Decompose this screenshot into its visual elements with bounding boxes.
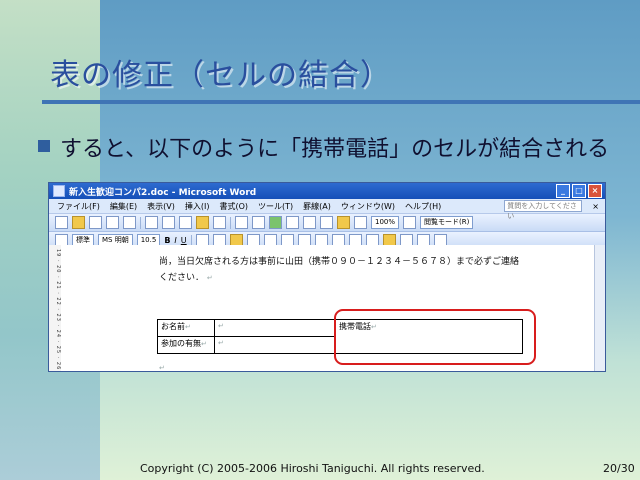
cell-mark-icon: ↵ [201,340,207,348]
menu-window[interactable]: ウィンドウ(W) [341,201,395,212]
insert-table-icon[interactable] [303,216,316,229]
cell-mark-icon: ↵ [371,323,377,331]
zoom-select[interactable]: 100% [371,216,400,229]
window-title: 新入生歓迎コンパ2.doc - Microsoft Word [69,187,257,198]
maximize-button[interactable]: □ [572,184,586,198]
paragraph-mark-icon: ↵ [159,364,165,372]
spelling-icon[interactable] [145,216,158,229]
contact-table: お名前↵ ↵ 携帯電話↵ 参加の有無↵ ↵ [157,319,523,354]
vertical-scrollbar[interactable] [594,245,605,371]
standard-toolbar: 100% 閲覧モード(R) [49,214,605,232]
print-preview-icon[interactable] [123,216,136,229]
name-label-cell[interactable]: お名前↵ [157,319,215,337]
document-line-1-text: 尚，当日欠席される方は事前に山田（携帯０９０－１２３４－５６７８）まで必ずご連絡 [159,257,520,267]
document-page[interactable]: 尚，当日欠席される方は事前に山田（携帯０９０－１２３４－５６７８）まで必ずご連絡… [61,245,595,371]
word-window: 新入生歓迎コンパ2.doc - Microsoft Word _ □ × ファイ… [48,182,606,372]
bullet-text: すると、以下のように「携帯電話」のセルが結合される [60,137,610,162]
slide-title: 表の修正（セルの結合） [50,58,391,93]
document-empty-line: ↵ [159,363,165,372]
hyperlink-icon[interactable] [269,216,282,229]
underline-button[interactable]: U [181,236,187,245]
italic-button[interactable]: I [174,236,176,245]
toolbar-separator [230,216,231,229]
save-icon[interactable] [89,216,102,229]
title-underline [42,100,640,104]
attendance-label: 参加の有無 [161,339,201,348]
menu-bar: ファイル(F) 編集(E) 表示(V) 挿入(I) 書式(O) ツール(T) 罫… [49,199,605,220]
name-value-cell[interactable]: ↵ [214,319,336,337]
menu-edit[interactable]: 編集(E) [110,201,137,212]
paragraph-mark-icon: ↵ [206,274,213,282]
copy-icon[interactable] [179,216,192,229]
cut-icon[interactable] [162,216,175,229]
copyright-text: Copyright (C) 2005-2006 Hiroshi Taniguch… [140,462,485,475]
redo-icon[interactable] [252,216,265,229]
open-folder-icon[interactable] [72,216,85,229]
tables-borders-icon[interactable] [286,216,299,229]
attendance-label-cell[interactable]: 参加の有無↵ [157,336,215,354]
document-line-2: ください． ↵ [159,270,213,283]
menu-help[interactable]: ヘルプ(H) [405,201,441,212]
new-document-icon[interactable] [55,216,68,229]
menu-table[interactable]: 罫線(A) [303,201,331,212]
menu-tools[interactable]: ツール(T) [258,201,293,212]
name-label: お名前 [161,322,185,331]
close-button[interactable]: × [588,184,602,198]
reading-mode-button[interactable]: 閲覧モード(R) [420,216,474,229]
cell-mark-icon: ↵ [218,322,224,330]
help-icon[interactable] [403,216,417,229]
page-number: 20/30 [603,462,635,475]
menu-view[interactable]: 表示(V) [147,201,175,212]
window-controls: _ □ × [556,184,605,198]
bold-button[interactable]: B [164,236,170,245]
attendance-value-cell[interactable]: ↵ [214,336,336,354]
print-icon[interactable] [106,216,119,229]
word-titlebar[interactable]: 新入生歓迎コンパ2.doc - Microsoft Word _ □ × [49,183,605,199]
word-app-icon [53,185,65,197]
minimize-button[interactable]: _ [556,184,570,198]
paste-icon[interactable] [196,216,209,229]
bullet-square-icon [38,140,50,152]
merged-phone-cell[interactable]: 携帯電話↵ [335,319,523,354]
cell-mark-icon: ↵ [185,323,191,331]
undo-icon[interactable] [235,216,248,229]
menu-insert[interactable]: 挿入(I) [185,201,210,212]
cell-mark-icon: ↵ [218,339,224,347]
toolbar-separator [140,216,141,229]
document-line-2-text: ください． [159,273,205,283]
columns-icon[interactable] [320,216,333,229]
table-row: お名前↵ ↵ 携帯電話↵ [157,319,523,354]
document-close-button[interactable]: × [592,202,605,211]
help-question-input[interactable]: 質問を入力してください [504,200,583,220]
format-painter-icon[interactable] [213,216,226,229]
menu-file[interactable]: ファイル(F) [57,201,100,212]
document-line-1: 尚，当日欠席される方は事前に山田（携帯０９０－１２３４－５６７８）まで必ずご連絡 [159,254,519,267]
phone-label: 携帯電話 [339,322,371,331]
drawing-icon[interactable] [337,216,350,229]
menu-format[interactable]: 書式(O) [219,201,248,212]
show-hide-icon[interactable] [354,216,367,229]
